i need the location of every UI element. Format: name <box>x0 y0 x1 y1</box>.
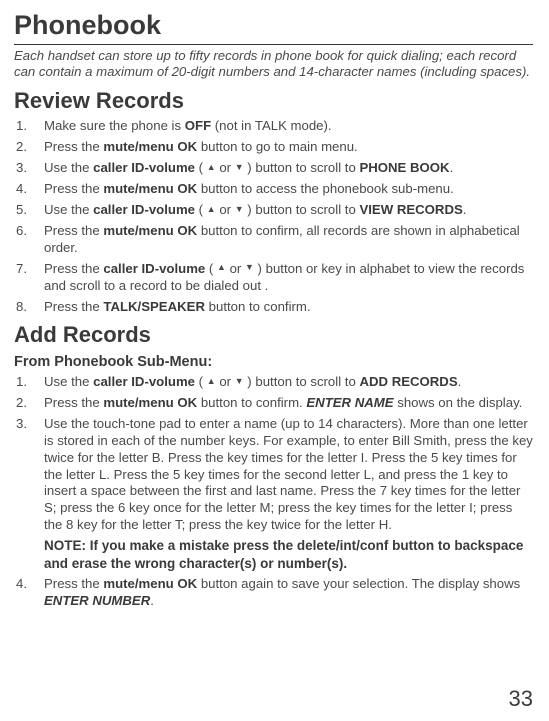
list-item: Press the mute/menu OK button again to s… <box>14 576 533 610</box>
add-subheading: From Phonebook Sub-Menu: <box>14 353 533 372</box>
up-arrow-icon: ▲ <box>207 204 216 216</box>
list-item: Make sure the phone is OFF (not in TALK … <box>14 118 533 135</box>
down-arrow-icon: ▼ <box>235 162 244 174</box>
list-item: Press the TALK/SPEAKER button to confirm… <box>14 299 533 316</box>
down-arrow-icon: ▼ <box>235 204 244 216</box>
review-list: Make sure the phone is OFF (not in TALK … <box>14 118 533 315</box>
list-item: Press the caller ID-volume ( ▲ or ▼ ) bu… <box>14 261 533 295</box>
up-arrow-icon: ▲ <box>207 162 216 174</box>
intro-text: Each handset can store up to fifty recor… <box>14 48 533 82</box>
list-item: Use the caller ID-volume ( ▲ or ▼ ) butt… <box>14 374 533 391</box>
add-list: Use the caller ID-volume ( ▲ or ▼ ) butt… <box>14 374 533 610</box>
list-item: Use the caller ID-volume ( ▲ or ▼ ) butt… <box>14 160 533 177</box>
list-item: Press the mute/menu OK button to confirm… <box>14 395 533 412</box>
list-item: Use the caller ID-volume ( ▲ or ▼ ) butt… <box>14 202 533 219</box>
list-item: Press the mute/menu OK button to confirm… <box>14 223 533 257</box>
review-heading: Review Records <box>14 87 533 115</box>
page-number: 33 <box>509 685 533 713</box>
note-text: NOTE: If you make a mistake press the de… <box>44 537 533 572</box>
add-heading: Add Records <box>14 321 533 349</box>
up-arrow-icon: ▲ <box>217 262 226 274</box>
down-arrow-icon: ▼ <box>245 262 254 274</box>
list-item: Press the mute/menu OK button to access … <box>14 181 533 198</box>
list-item: Press the mute/menu OK button to go to m… <box>14 139 533 156</box>
list-item: Use the touch-tone pad to enter a name (… <box>14 416 533 572</box>
down-arrow-icon: ▼ <box>235 376 244 388</box>
page-title: Phonebook <box>14 8 533 45</box>
up-arrow-icon: ▲ <box>207 376 216 388</box>
